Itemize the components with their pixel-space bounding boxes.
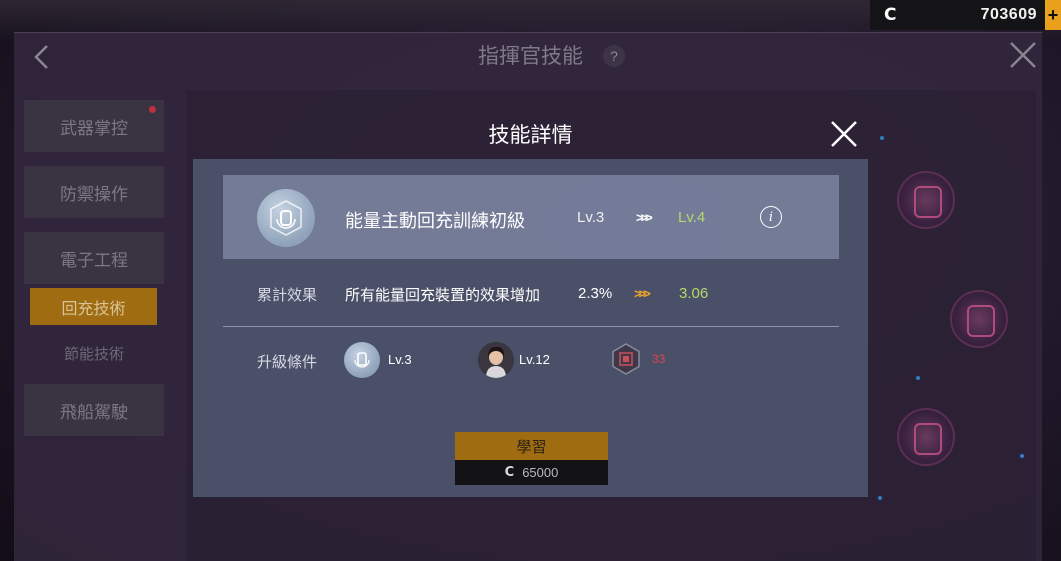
sparkle bbox=[1020, 454, 1024, 458]
modal-title: 技能詳情 bbox=[488, 124, 573, 147]
energy-recharge-skill-icon bbox=[257, 189, 315, 247]
skill-name: 能量主動回充訓練初級 bbox=[345, 211, 525, 231]
effect-description: 所有能量回充裝置的效果增加 bbox=[345, 287, 541, 304]
page-title: 指揮官技能 bbox=[478, 45, 583, 68]
next-level: Lv.4 bbox=[678, 209, 706, 226]
effect-label: 累計效果 bbox=[257, 287, 318, 304]
close-icon[interactable] bbox=[828, 118, 860, 150]
skill-header-row: 能量主動回充訓練初級 Lv.3 >>> Lv.4 i bbox=[223, 175, 839, 259]
chip-item-icon bbox=[612, 343, 640, 375]
required-item-count: 33 bbox=[652, 352, 666, 366]
requirements-label: 升級條件 bbox=[257, 354, 318, 371]
tab-label: 飛船駕駛 bbox=[60, 402, 128, 422]
tab-energy-saving[interactable]: 節能技術 bbox=[24, 338, 164, 368]
commander-avatar-icon bbox=[478, 342, 514, 378]
add-credits-button[interactable]: + bbox=[1045, 0, 1061, 30]
divider bbox=[223, 326, 839, 327]
tab-label: 防禦操作 bbox=[60, 184, 128, 204]
tab-electronic-engineering[interactable]: 電子工程 bbox=[24, 232, 164, 284]
effect-arrow-icon: >>> bbox=[634, 286, 651, 301]
learn-cost-amount: 65000 bbox=[522, 465, 559, 480]
required-commander-level: Lv.12 bbox=[519, 352, 550, 367]
credit-icon: C bbox=[884, 5, 897, 25]
skill-detail-panel: 能量主動回充訓練初級 Lv.3 >>> Lv.4 i 累計效果 所有能量回充裝置… bbox=[193, 159, 868, 497]
tab-label: 回充技術 bbox=[61, 300, 126, 318]
tab-recharge-tech[interactable]: 回充技術 bbox=[30, 288, 157, 325]
learn-button[interactable]: 學習 C 65000 bbox=[455, 432, 608, 485]
current-level: Lv.3 bbox=[577, 209, 605, 226]
tab-label: 節能技術 bbox=[63, 345, 124, 363]
sparkle bbox=[878, 496, 882, 500]
tab-ship-piloting[interactable]: 飛船駕駛 bbox=[24, 384, 164, 436]
close-window-icon[interactable] bbox=[1008, 40, 1038, 70]
currency-bar: C 703609 + bbox=[870, 0, 1061, 30]
help-icon[interactable]: ? bbox=[603, 45, 625, 67]
learn-button-label: 學習 bbox=[455, 432, 608, 460]
credit-icon: C bbox=[504, 465, 515, 480]
level-arrow-icon: >>> bbox=[636, 210, 653, 225]
required-skill-level: Lv.3 bbox=[388, 352, 412, 367]
sparkle bbox=[916, 376, 920, 380]
required-skill-icon bbox=[344, 342, 380, 378]
skill-node-icon[interactable] bbox=[897, 408, 955, 466]
effect-next-value: 3.06 bbox=[679, 285, 709, 302]
notification-dot bbox=[149, 106, 156, 113]
info-icon[interactable]: i bbox=[760, 206, 782, 228]
tab-defense-operations[interactable]: 防禦操作 bbox=[24, 166, 164, 218]
back-arrow-icon[interactable] bbox=[30, 44, 54, 70]
effect-current-value: 2.3% bbox=[578, 285, 613, 302]
skill-node-icon[interactable] bbox=[950, 290, 1008, 348]
skill-node-icon[interactable] bbox=[897, 171, 955, 229]
credit-amount: 703609 bbox=[980, 6, 1037, 23]
learn-cost: C 65000 bbox=[455, 460, 608, 485]
tab-label: 電子工程 bbox=[60, 250, 128, 270]
